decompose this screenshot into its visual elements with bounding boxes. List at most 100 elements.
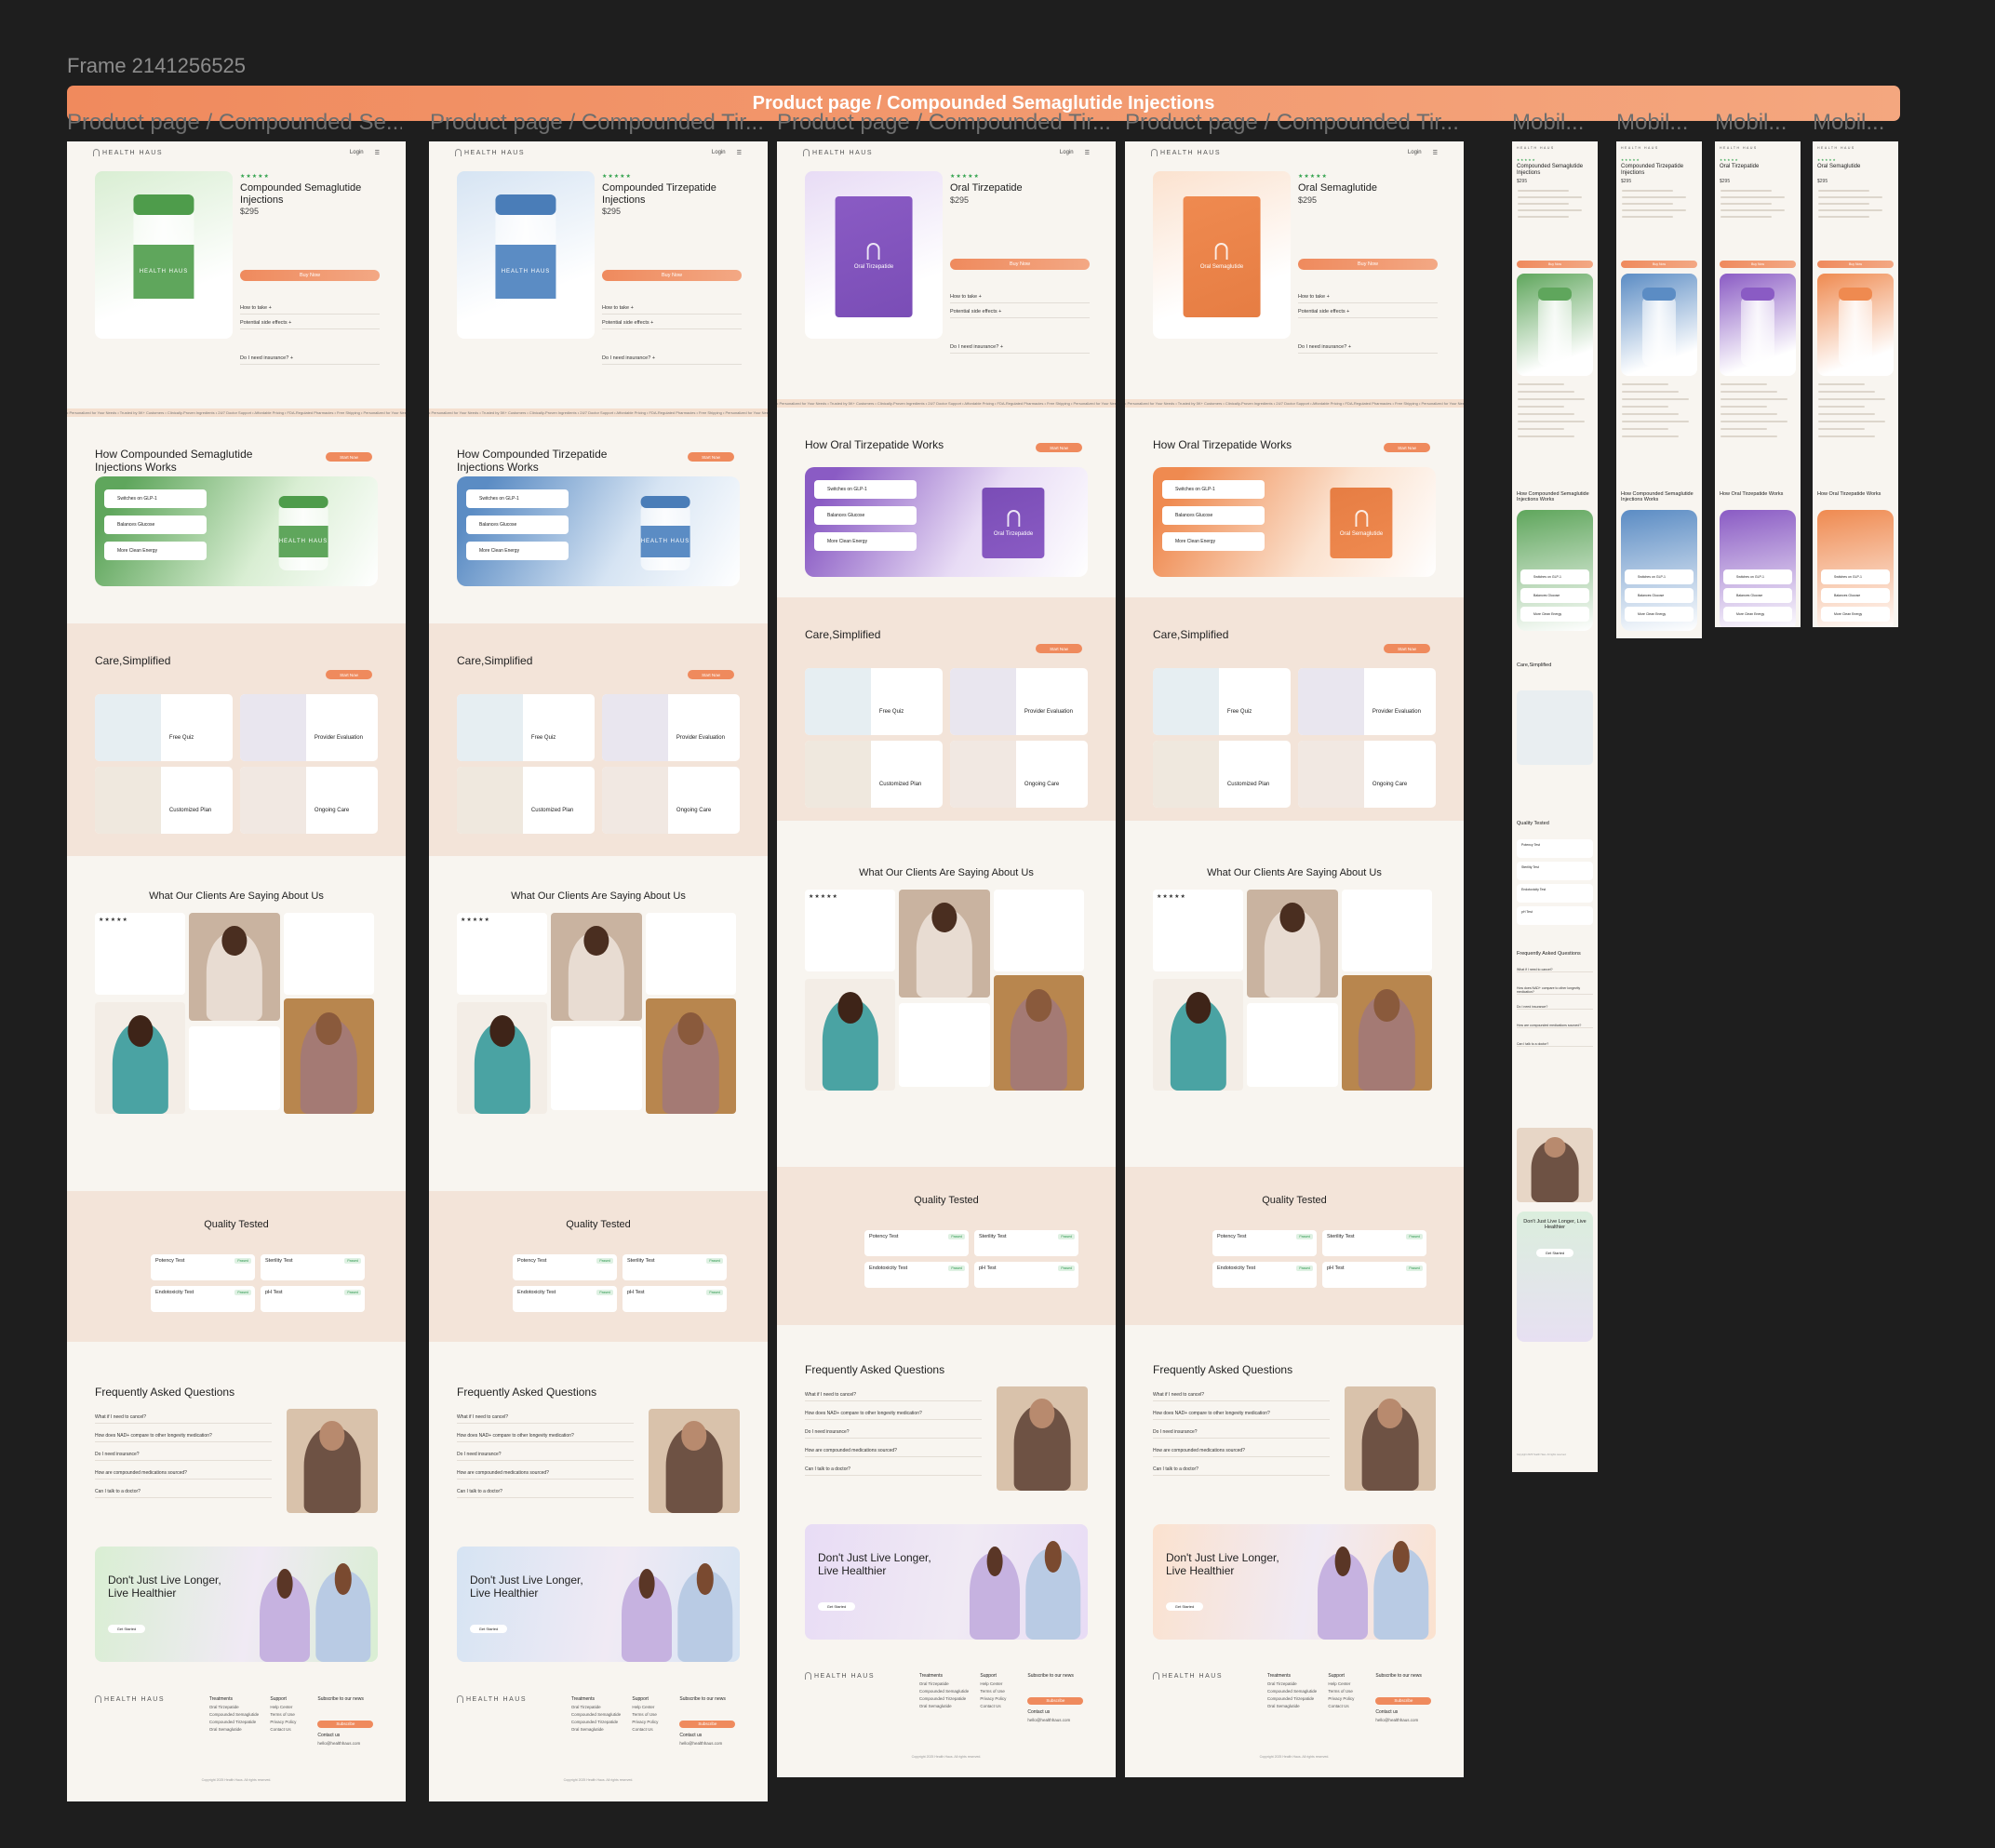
- brand-logo[interactable]: HEALTH HAUS: [455, 149, 525, 156]
- faq-item[interactable]: What if I need to cancel?: [95, 1414, 272, 1424]
- learn-more-button[interactable]: Start Now: [688, 452, 734, 462]
- faq-item[interactable]: Can I talk to a doctor?: [805, 1466, 982, 1476]
- cta-get-started-button[interactable]: Get Started: [108, 1625, 145, 1633]
- faq-item[interactable]: Do I need insurance?: [1517, 1005, 1593, 1010]
- faq-item[interactable]: Do I need insurance?: [95, 1452, 272, 1461]
- footer-link[interactable]: Help Center: [270, 1704, 296, 1711]
- accordion-item[interactable]: Potential side effects +: [1298, 309, 1438, 318]
- accordion-item[interactable]: How to take +: [240, 305, 380, 315]
- accordion-item[interactable]: How to take +: [950, 294, 1090, 303]
- faq-item[interactable]: What if I need to cancel?: [1153, 1392, 1330, 1401]
- accordion-item[interactable]: Potential side effects +: [602, 320, 742, 329]
- faq-item[interactable]: What if I need to cancel?: [805, 1392, 982, 1401]
- mobile-logo[interactable]: HEALTH HAUS: [1621, 146, 1659, 150]
- faq-item[interactable]: Do I need insurance?: [457, 1452, 634, 1461]
- accordion-item[interactable]: How to take +: [1298, 294, 1438, 303]
- learn-more-button[interactable]: Start Now: [1036, 443, 1082, 452]
- footer-link[interactable]: Oral Tirzepatide: [919, 1681, 969, 1688]
- accordion-item[interactable]: Potential side effects +: [240, 320, 380, 329]
- faq-item[interactable]: How are compounded medications sourced?: [95, 1470, 272, 1480]
- accordion-item[interactable]: How to take +: [602, 305, 742, 315]
- buy-now-button[interactable]: Buy Now: [1517, 261, 1593, 268]
- footer-link[interactable]: Help Center: [632, 1704, 658, 1711]
- faq-item[interactable]: How does NAD+ compare to other longevity…: [457, 1433, 634, 1442]
- care-step-card[interactable]: Ongoing Care: [240, 767, 378, 834]
- care-step-card[interactable]: Ongoing Care: [950, 741, 1088, 808]
- footer-email[interactable]: hello@healthhaus.com: [1027, 1717, 1083, 1724]
- care-step-card[interactable]: Provider Evaluation: [950, 668, 1088, 735]
- frame-label[interactable]: Mobil...: [1813, 110, 1896, 136]
- footer-link[interactable]: Oral Tirzepatide: [209, 1704, 259, 1711]
- footer-link[interactable]: Oral Semaglutide: [571, 1726, 621, 1734]
- footer-link[interactable]: Oral Tirzepatide: [571, 1704, 621, 1711]
- footer-link[interactable]: Help Center: [1328, 1681, 1354, 1688]
- frame-label[interactable]: Mobil...: [1715, 110, 1799, 136]
- mobile-logo[interactable]: HEALTH HAUS: [1817, 146, 1855, 150]
- care-step-card[interactable]: Ongoing Care: [602, 767, 740, 834]
- care-step-card[interactable]: Provider Evaluation: [602, 694, 740, 761]
- footer-logo[interactable]: HEALTH HAUS: [457, 1695, 527, 1703]
- faq-item[interactable]: How are compounded medications sourced?: [457, 1470, 634, 1480]
- footer-link[interactable]: Compounded Semaglutide: [1267, 1688, 1317, 1695]
- buy-now-button[interactable]: Buy Now: [240, 270, 380, 281]
- menu-icon[interactable]: ☰: [375, 150, 380, 156]
- faq-item[interactable]: Can I talk to a doctor?: [95, 1489, 272, 1498]
- frame-label[interactable]: Product page / Compounded Se...: [67, 110, 402, 136]
- care-step-card[interactable]: Free Quiz: [805, 668, 943, 735]
- login-link[interactable]: Login: [350, 150, 364, 156]
- faq-item[interactable]: Do I need insurance?: [805, 1429, 982, 1439]
- care-step-card[interactable]: [1517, 690, 1593, 765]
- footer-logo[interactable]: HEALTH HAUS: [805, 1672, 875, 1680]
- accordion-item[interactable]: Potential side effects +: [950, 309, 1090, 318]
- care-step-card[interactable]: Free Quiz: [457, 694, 595, 761]
- accordion-item[interactable]: Do I need insurance? +: [1298, 344, 1438, 354]
- faq-item[interactable]: How are compounded medications sourced?: [1153, 1448, 1330, 1457]
- cta-get-started-button[interactable]: Get Started: [818, 1602, 855, 1611]
- faq-item[interactable]: How are compounded medications sourced?: [1517, 1024, 1593, 1028]
- faq-item[interactable]: What if I need to cancel?: [457, 1414, 634, 1424]
- footer-link[interactable]: Terms of Use: [1328, 1688, 1354, 1695]
- accordion-item[interactable]: Do I need insurance? +: [602, 355, 742, 365]
- footer-link[interactable]: Contact Us: [980, 1703, 1006, 1710]
- footer-link[interactable]: Compounded Semaglutide: [209, 1711, 259, 1719]
- faq-item[interactable]: How does NAD+ compare to other longevity…: [1517, 986, 1593, 995]
- care-step-card[interactable]: Customized Plan: [805, 741, 943, 808]
- care-start-button[interactable]: Start Now: [688, 670, 734, 679]
- footer-link[interactable]: Terms of Use: [270, 1711, 296, 1719]
- buy-now-button[interactable]: Buy Now: [1298, 259, 1438, 270]
- footer-link[interactable]: Oral Tirzepatide: [1267, 1681, 1317, 1688]
- faq-item[interactable]: How are compounded medications sourced?: [805, 1448, 982, 1457]
- care-start-button[interactable]: Start Now: [1036, 644, 1082, 653]
- faq-item[interactable]: Do I need insurance?: [1153, 1429, 1330, 1439]
- subscribe-button[interactable]: Subscribe: [679, 1721, 736, 1729]
- faq-item[interactable]: Can I talk to a doctor?: [1153, 1466, 1330, 1476]
- footer-link[interactable]: Contact Us: [270, 1726, 296, 1734]
- footer-logo[interactable]: HEALTH HAUS: [1153, 1672, 1223, 1680]
- brand-logo[interactable]: HEALTH HAUS: [93, 149, 163, 156]
- footer-link[interactable]: Compounded Semaglutide: [571, 1711, 621, 1719]
- footer-email[interactable]: hello@healthhaus.com: [679, 1740, 735, 1748]
- subscribe-button[interactable]: Subscribe: [1027, 1697, 1084, 1706]
- footer-link[interactable]: Contact Us: [632, 1726, 658, 1734]
- footer-logo[interactable]: HEALTH HAUS: [95, 1695, 165, 1703]
- frame-label[interactable]: Product page / Compounded Tir...: [430, 110, 765, 136]
- login-link[interactable]: Login: [1408, 150, 1422, 156]
- brand-logo[interactable]: HEALTH HAUS: [803, 149, 873, 156]
- buy-now-button[interactable]: Buy Now: [1817, 261, 1894, 268]
- care-step-card[interactable]: Free Quiz: [95, 694, 233, 761]
- footer-link[interactable]: Compounded Tirzepatide: [571, 1719, 621, 1726]
- footer-link[interactable]: Help Center: [980, 1681, 1006, 1688]
- footer-link[interactable]: Privacy Policy: [980, 1695, 1006, 1703]
- footer-link[interactable]: Compounded Tirzepatide: [1267, 1695, 1317, 1703]
- login-link[interactable]: Login: [1060, 150, 1074, 156]
- footer-link[interactable]: Privacy Policy: [270, 1719, 296, 1726]
- care-step-card[interactable]: Ongoing Care: [1298, 741, 1436, 808]
- buy-now-button[interactable]: Buy Now: [602, 270, 742, 281]
- cta-get-started-button[interactable]: Get Started: [470, 1625, 507, 1633]
- footer-email[interactable]: hello@healthhaus.com: [1375, 1717, 1431, 1724]
- footer-link[interactable]: Terms of Use: [632, 1711, 658, 1719]
- frame-label[interactable]: Product page / Compounded Tir...: [777, 110, 1112, 136]
- faq-item[interactable]: How does NAD+ compare to other longevity…: [95, 1433, 272, 1442]
- footer-link[interactable]: Terms of Use: [980, 1688, 1006, 1695]
- cta-get-started-button[interactable]: Get Started: [1536, 1249, 1573, 1257]
